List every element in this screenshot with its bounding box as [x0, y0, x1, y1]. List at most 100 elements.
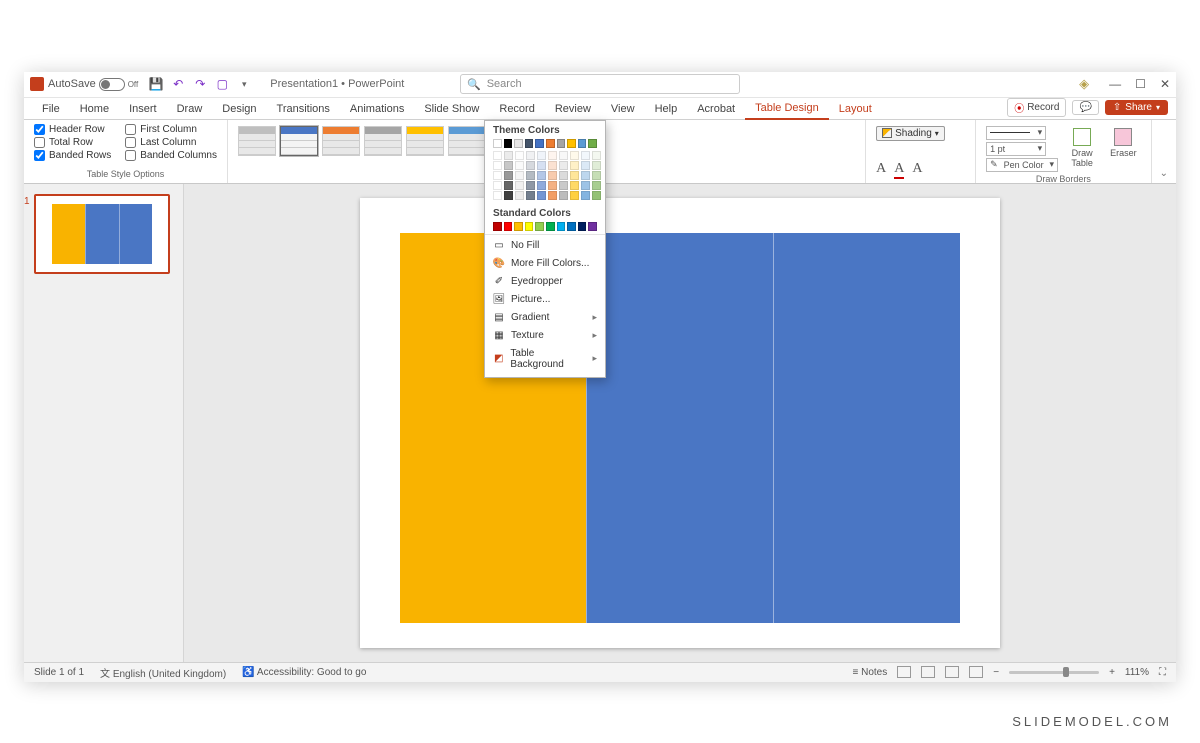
color-swatch[interactable] [592, 171, 601, 180]
color-swatch[interactable] [567, 139, 576, 148]
normal-view-button[interactable] [897, 666, 911, 678]
color-swatch[interactable] [548, 171, 557, 180]
color-swatch[interactable] [504, 171, 513, 180]
shading-button[interactable]: Shading ▾ [876, 126, 945, 141]
more-colors-item[interactable]: 🎨More Fill Colors... [485, 255, 605, 273]
color-swatch[interactable] [559, 181, 568, 190]
color-swatch[interactable] [548, 191, 557, 200]
quick-styles-icon[interactable]: A [876, 161, 886, 179]
table-cell-2[interactable] [586, 233, 773, 623]
eyedropper-item[interactable]: ✐Eyedropper [485, 273, 605, 291]
chk-header-row[interactable]: Header Row [34, 124, 111, 135]
tab-help[interactable]: Help [645, 99, 688, 119]
minimize-button[interactable]: — [1109, 77, 1121, 91]
zoom-slider[interactable] [1009, 671, 1099, 674]
table-style-swatch[interactable] [238, 126, 276, 156]
reading-view-button[interactable] [945, 666, 959, 678]
table-style-swatch[interactable] [406, 126, 444, 156]
color-swatch[interactable] [515, 161, 524, 170]
color-swatch[interactable] [493, 139, 502, 148]
color-swatch[interactable] [514, 222, 523, 231]
table-cell-3[interactable] [773, 233, 960, 623]
color-swatch[interactable] [592, 161, 601, 170]
premium-icon[interactable]: ◈ [1079, 76, 1089, 92]
color-swatch[interactable] [493, 171, 502, 180]
color-swatch[interactable] [588, 139, 597, 148]
color-swatch[interactable] [526, 151, 535, 160]
fit-to-window-button[interactable]: ⛶ [1159, 667, 1166, 678]
tab-review[interactable]: Review [545, 99, 601, 119]
color-swatch[interactable] [559, 151, 568, 160]
color-swatch[interactable] [493, 191, 502, 200]
color-swatch[interactable] [548, 161, 557, 170]
color-swatch[interactable] [570, 191, 579, 200]
color-swatch[interactable] [537, 191, 546, 200]
color-swatch[interactable] [570, 151, 579, 160]
tab-insert[interactable]: Insert [119, 99, 167, 119]
color-swatch[interactable] [525, 222, 534, 231]
color-swatch[interactable] [570, 171, 579, 180]
tab-table-design[interactable]: Table Design [745, 98, 829, 120]
color-swatch[interactable] [493, 161, 502, 170]
tab-slideshow[interactable]: Slide Show [414, 99, 489, 119]
table-style-swatch[interactable] [364, 126, 402, 156]
chk-last-column[interactable]: Last Column [125, 137, 217, 148]
color-swatch[interactable] [526, 191, 535, 200]
no-fill-item[interactable]: ▭No Fill [485, 237, 605, 255]
color-swatch[interactable] [504, 161, 513, 170]
color-swatch[interactable] [525, 139, 534, 148]
chk-banded-columns[interactable]: Banded Columns [125, 150, 217, 161]
tab-layout[interactable]: Layout [829, 99, 882, 119]
color-swatch[interactable] [592, 181, 601, 190]
tab-record[interactable]: Record [489, 99, 544, 119]
color-swatch[interactable] [504, 181, 513, 190]
color-swatch[interactable] [535, 222, 544, 231]
close-button[interactable]: ✕ [1160, 77, 1170, 91]
text-outline-icon[interactable]: A [912, 161, 922, 179]
color-swatch[interactable] [581, 161, 590, 170]
color-swatch[interactable] [504, 151, 513, 160]
tab-animations[interactable]: Animations [340, 99, 414, 119]
gradient-item[interactable]: ▤Gradient▸ [485, 309, 605, 327]
tab-transitions[interactable]: Transitions [267, 99, 340, 119]
color-swatch[interactable] [526, 181, 535, 190]
color-swatch[interactable] [581, 171, 590, 180]
color-swatch[interactable] [581, 181, 590, 190]
tab-file[interactable]: File [32, 99, 70, 119]
color-swatch[interactable] [537, 151, 546, 160]
tab-acrobat[interactable]: Acrobat [687, 99, 745, 119]
color-swatch[interactable] [548, 151, 557, 160]
tab-draw[interactable]: Draw [167, 99, 213, 119]
comments-button[interactable]: 💬 [1072, 100, 1098, 115]
start-from-beginning-icon[interactable]: ▢ [214, 76, 230, 92]
texture-item[interactable]: ▦Texture▸ [485, 327, 605, 345]
color-swatch[interactable] [592, 151, 601, 160]
language-status[interactable]: ⽂ English (United Kingdom) [100, 665, 226, 680]
color-swatch[interactable] [559, 171, 568, 180]
slide-thumbnails-pane[interactable]: 1 [24, 184, 184, 662]
color-swatch[interactable] [570, 181, 579, 190]
slide-thumbnail-1[interactable] [34, 194, 170, 274]
autosave-toggle[interactable]: AutoSave Off [48, 78, 138, 91]
pen-color-combo[interactable]: ✎Pen Color▾ [986, 158, 1058, 172]
save-icon[interactable]: 💾 [148, 76, 164, 92]
color-swatch[interactable] [578, 139, 587, 148]
color-swatch[interactable] [504, 191, 513, 200]
qat-dropdown-icon[interactable]: ▾ [236, 76, 252, 92]
color-swatch[interactable] [515, 191, 524, 200]
text-fill-icon[interactable]: A [894, 161, 904, 179]
color-swatch[interactable] [515, 181, 524, 190]
table-style-swatch[interactable] [322, 126, 360, 156]
color-swatch[interactable] [546, 222, 555, 231]
color-swatch[interactable] [493, 222, 502, 231]
sorter-view-button[interactable] [921, 666, 935, 678]
undo-icon[interactable]: ↶ [170, 76, 186, 92]
pen-style-combo[interactable]: ▾ [986, 126, 1046, 140]
table-background-item[interactable]: ◩Table Background▸ [485, 345, 605, 373]
color-swatch[interactable] [493, 151, 502, 160]
slideshow-view-button[interactable] [969, 666, 983, 678]
chk-total-row[interactable]: Total Row [34, 137, 111, 148]
slide-counter[interactable]: Slide 1 of 1 [34, 667, 84, 678]
draw-table-button[interactable]: Draw Table [1064, 126, 1100, 170]
record-button[interactable]: ⦿Record [1007, 98, 1066, 117]
